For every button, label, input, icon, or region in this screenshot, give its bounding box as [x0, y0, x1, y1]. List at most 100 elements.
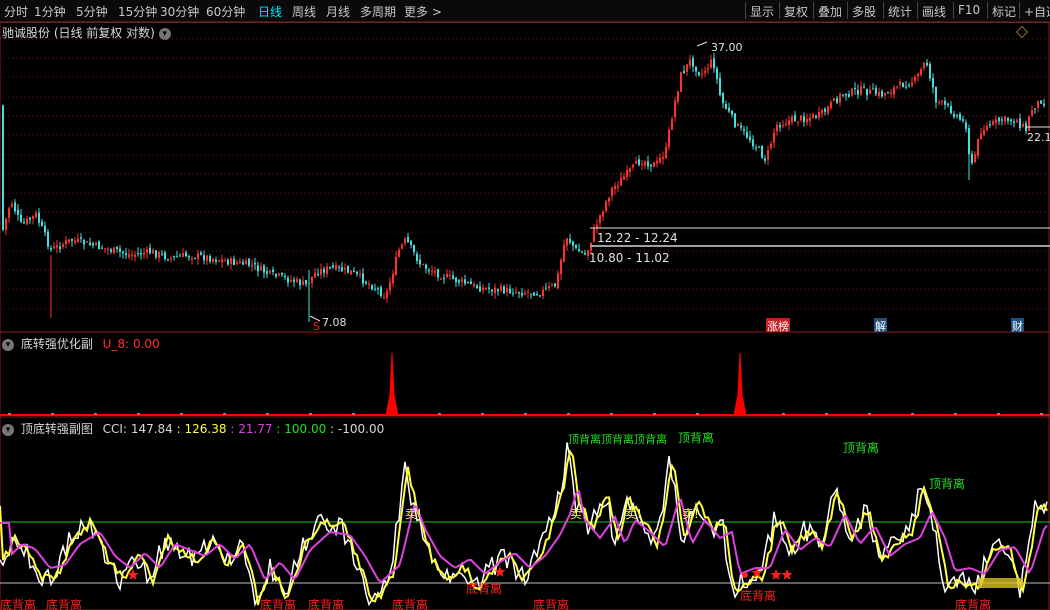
candle-body: [569, 239, 571, 243]
candle-body: [1043, 103, 1045, 106]
candle-body: [8, 208, 10, 218]
candle-body: [953, 113, 955, 117]
candle-body: [116, 246, 118, 249]
candle-body: [392, 273, 394, 284]
candle-body: [473, 283, 475, 286]
candle-body: [998, 117, 1000, 122]
candle-body: [401, 244, 403, 249]
candle-body: [257, 265, 259, 272]
candle-body: [878, 92, 880, 97]
candle-body: [1016, 120, 1018, 123]
candle-body: [635, 161, 637, 164]
signal-tick: [223, 413, 226, 415]
chart-canvas[interactable]: 12.22 - 12.24 10.80 - 11.02 37.00 7.08S 22.1…: [0, 0, 1050, 610]
candle-body: [191, 258, 193, 260]
candle-body: [821, 110, 823, 114]
signal-tick: [309, 413, 312, 415]
candle-body: [584, 252, 586, 255]
candle-body: [881, 91, 883, 97]
candle-body: [620, 177, 622, 186]
candle-body: [425, 264, 427, 269]
signal-tick: [524, 413, 527, 415]
candle-body: [41, 221, 43, 227]
candle-body: [518, 292, 520, 294]
candle-body: [902, 82, 904, 88]
candle-body: [530, 293, 532, 295]
candle-body: [140, 253, 142, 255]
candle-body: [203, 255, 205, 261]
candle-body: [59, 246, 61, 249]
bottom-divergence-label: 底背离: [260, 597, 296, 610]
candle-body: [236, 262, 238, 264]
candle-body: [959, 113, 961, 120]
candle-body: [722, 93, 724, 104]
signal-tick: [782, 413, 785, 415]
candle-body: [464, 279, 466, 284]
candle-body: [5, 218, 7, 230]
candle-body: [764, 158, 766, 161]
candle-body: [920, 69, 922, 76]
candle-body: [218, 260, 220, 262]
candle-body: [305, 279, 307, 285]
candle-body: [446, 273, 448, 278]
candle-body: [260, 266, 262, 271]
candle-body: [296, 278, 298, 282]
signal-tick: [825, 413, 828, 415]
candle-body: [263, 265, 265, 273]
candle-body: [548, 286, 550, 289]
range-label-2: 10.80 - 11.02: [589, 251, 670, 265]
last-price-label: 22.1: [1027, 131, 1050, 144]
candle-body: [701, 73, 703, 75]
signal-tick: [997, 413, 1000, 415]
candle-body: [323, 268, 325, 273]
candle-body: [542, 289, 544, 297]
candle-body: [314, 272, 316, 278]
candle-body: [74, 240, 76, 243]
candle-body: [362, 273, 364, 284]
candle-body: [101, 247, 103, 249]
signal-star: [770, 569, 782, 580]
bottom-divergence-label: 底背离: [533, 597, 569, 610]
candle-body: [209, 256, 211, 262]
candle-body: [428, 270, 430, 272]
candle-body: [356, 271, 358, 274]
candle-body: [416, 253, 418, 262]
candle-body: [164, 252, 166, 259]
candle-body: [557, 273, 559, 289]
bottom-divergence-label: 底背离: [46, 597, 82, 610]
candle-body: [575, 245, 577, 248]
candle-body: [566, 238, 568, 246]
candle-body: [62, 244, 64, 248]
candle-body: [581, 251, 583, 253]
candle-body: [107, 248, 109, 250]
candle-body: [602, 211, 604, 217]
candle-body: [170, 257, 172, 260]
candle-body: [809, 117, 811, 121]
candle-body: [638, 159, 640, 166]
candle-body: [44, 225, 46, 233]
candle-body: [254, 262, 256, 265]
signal-tick: [868, 413, 871, 415]
signal-tick: [954, 413, 957, 415]
fast-line: [0, 449, 1048, 606]
candle-body: [710, 59, 712, 68]
candle-body: [905, 86, 907, 88]
candle-body: [956, 115, 958, 117]
candle-body: [824, 108, 826, 112]
bottom-divergence-label: 底背离: [308, 597, 344, 610]
candle-body: [938, 101, 940, 103]
candle-body: [1034, 108, 1036, 110]
candle-body: [986, 126, 988, 131]
candle-body: [29, 217, 31, 220]
bottom-divergence-label: 底背离: [0, 597, 36, 610]
candle-body: [536, 293, 538, 295]
candle-body: [539, 295, 541, 297]
signal-spike: [733, 352, 747, 416]
candle-body: [278, 273, 280, 276]
candle-body: [413, 244, 415, 252]
candle-body: [221, 259, 223, 263]
candle-body: [113, 247, 115, 254]
candle-body: [452, 275, 454, 279]
top-divergence-label: 顶背离: [678, 430, 714, 445]
candle-body: [551, 284, 553, 286]
